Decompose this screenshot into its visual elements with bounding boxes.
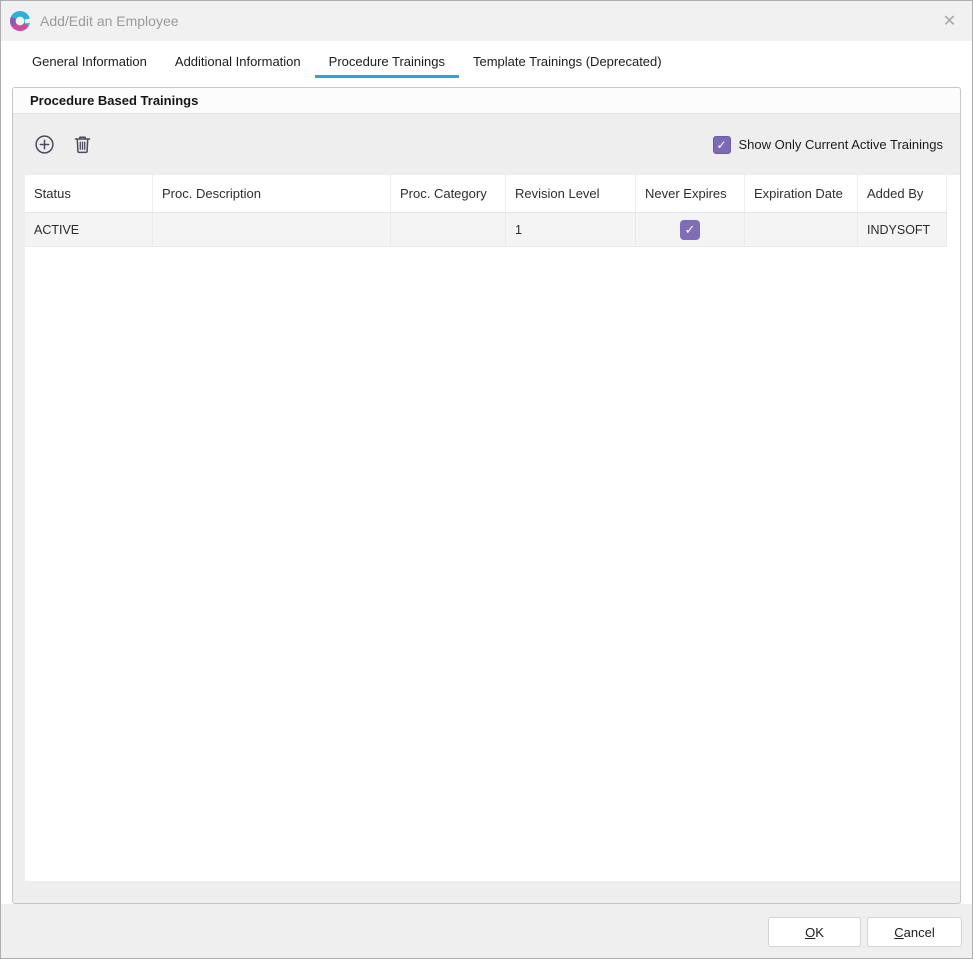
add-training-button[interactable]	[33, 134, 55, 156]
ok-button[interactable]: OK	[768, 917, 861, 947]
cell-expiration-date	[745, 213, 858, 247]
column-header-status[interactable]: Status	[25, 175, 153, 213]
panel-title: Procedure Based Trainings	[30, 93, 198, 108]
panel-header: Procedure Based Trainings	[13, 88, 960, 114]
never-expires-checkbox[interactable]: ✓	[680, 220, 700, 240]
cell-added-by: INDYSOFT	[858, 213, 947, 247]
trash-icon	[73, 134, 92, 155]
titlebar: Add/Edit an Employee ✕	[1, 1, 972, 41]
procedure-trainings-panel: Procedure Based Trainings	[12, 87, 961, 904]
column-header-added-by[interactable]: Added By	[858, 175, 947, 213]
show-only-active-checkbox[interactable]: ✓ Show Only Current Active Trainings	[713, 136, 943, 154]
panel-toolbar: ✓ Show Only Current Active Trainings	[13, 114, 960, 175]
grid: Status Proc. Description Proc. Category …	[25, 175, 947, 247]
tab-label: Additional Information	[175, 54, 301, 69]
app-logo-icon	[10, 11, 30, 31]
cell-proc-description	[153, 213, 391, 247]
column-header-proc-description[interactable]: Proc. Description	[153, 175, 391, 213]
checkbox-label: Show Only Current Active Trainings	[739, 137, 943, 152]
table-row[interactable]: ACTIVE 1 ✓ INDYSOFT	[25, 213, 947, 247]
tab-template-trainings[interactable]: Template Trainings (Deprecated)	[459, 41, 676, 81]
cell-revision-level: 1	[506, 213, 636, 247]
checkbox-icon: ✓	[713, 136, 731, 154]
grid-header-row: Status Proc. Description Proc. Category …	[25, 175, 947, 213]
tab-general-information[interactable]: General Information	[18, 41, 161, 81]
footer: OK Cancel	[1, 904, 972, 958]
cancel-rest: ancel	[904, 925, 935, 940]
tab-label: Template Trainings (Deprecated)	[473, 54, 662, 69]
tab-label: General Information	[32, 54, 147, 69]
column-header-proc-category[interactable]: Proc. Category	[391, 175, 506, 213]
column-header-expiration-date[interactable]: Expiration Date	[745, 175, 858, 213]
plus-circle-icon	[34, 134, 55, 155]
cell-never-expires: ✓	[636, 213, 745, 247]
cancel-mnemonic: C	[894, 925, 903, 940]
trainings-table: Status Proc. Description Proc. Category …	[25, 175, 960, 881]
tab-additional-information[interactable]: Additional Information	[161, 41, 315, 81]
close-icon[interactable]: ✕	[927, 1, 972, 41]
cancel-button[interactable]: Cancel	[867, 917, 962, 947]
cell-status: ACTIVE	[25, 213, 153, 247]
column-header-revision-level[interactable]: Revision Level	[506, 175, 636, 213]
tabbar: General Information Additional Informati…	[1, 41, 972, 81]
window-title: Add/Edit an Employee	[40, 13, 179, 29]
ok-rest: K	[815, 925, 824, 940]
delete-training-button[interactable]	[71, 134, 93, 156]
tab-label: Procedure Trainings	[329, 54, 445, 69]
content-area: Procedure Based Trainings	[1, 81, 972, 904]
cell-proc-category	[391, 213, 506, 247]
add-edit-employee-dialog: Add/Edit an Employee ✕ General Informati…	[0, 0, 973, 959]
ok-mnemonic: O	[805, 925, 815, 940]
tab-procedure-trainings[interactable]: Procedure Trainings	[315, 41, 459, 81]
column-header-never-expires[interactable]: Never Expires	[636, 175, 745, 213]
